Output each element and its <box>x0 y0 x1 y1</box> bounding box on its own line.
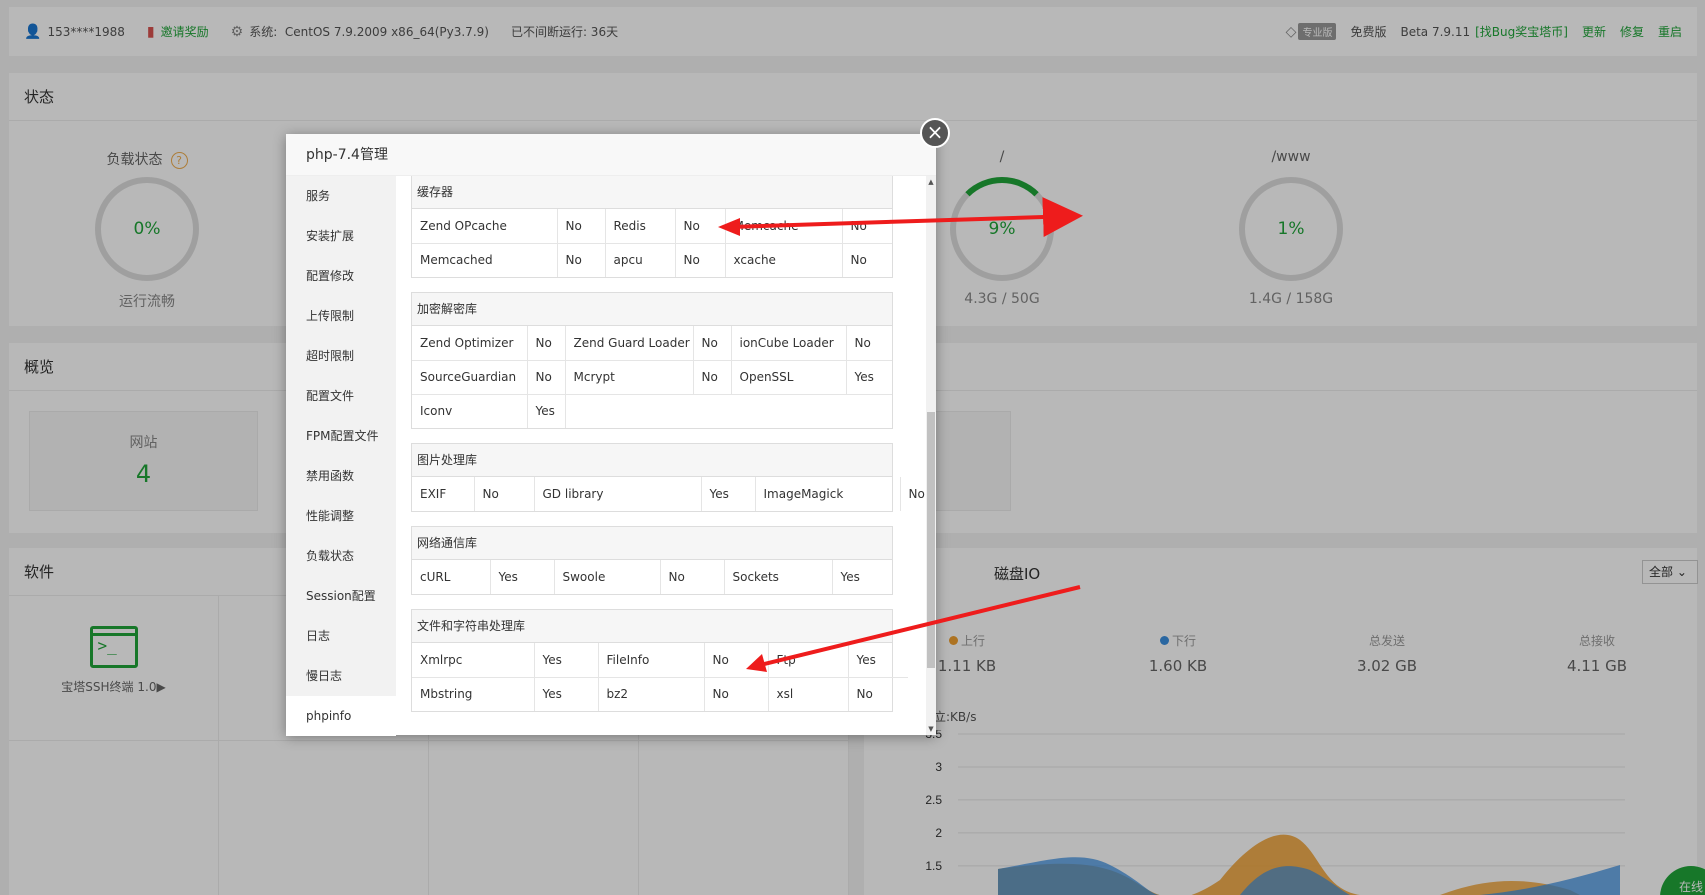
extension-name: SourceGuardian <box>412 360 528 395</box>
scroll-thumb[interactable] <box>927 412 935 668</box>
extension-status: No <box>557 243 606 277</box>
extension-name: FileInfo <box>598 643 705 678</box>
extension-row: Zend OPcache No Redis No Memcache No <box>412 209 892 244</box>
extension-group-title: 网络通信库 <box>412 527 892 560</box>
extension-status: Yes <box>534 677 599 711</box>
extension-status: Yes <box>701 477 756 511</box>
extension-status: Yes <box>840 570 860 584</box>
dialog-nav-item[interactable]: 慢日志 <box>286 656 396 696</box>
extension-status: Yes <box>846 360 892 395</box>
extension-status: No <box>474 477 535 511</box>
dialog-nav-item[interactable]: phpinfo <box>286 696 396 736</box>
extension-row: Zend Optimizer No Zend Guard Loader No ionCu… <box>412 326 892 361</box>
dialog-nav-item[interactable]: 性能调整 <box>286 496 396 536</box>
extension-status: No <box>846 326 892 361</box>
extension-name: Swoole <box>554 560 661 594</box>
extension-row: cURL Yes Swoole No Sockets Yes <box>412 560 896 594</box>
extension-name: GD library <box>534 477 702 511</box>
extension-name: Zend OPcache <box>412 209 558 244</box>
extension-group-title: 图片处理库 <box>412 444 892 477</box>
dialog-nav-item[interactable]: 负载状态 <box>286 536 396 576</box>
extension-name: xsl <box>768 677 849 711</box>
extension-name: ImageMagick <box>755 477 901 511</box>
extension-name: Memcached <box>412 243 558 277</box>
extension-status: No <box>527 360 566 395</box>
extension-name: Iconv <box>412 394 528 428</box>
dialog-title: php-7.4管理 <box>286 134 936 176</box>
extension-row: Mbstring Yes bz2 No xsl No <box>412 677 908 711</box>
extension-name: Ftp <box>768 643 849 678</box>
empty-cell <box>565 394 892 428</box>
extension-name: Mbstring <box>412 677 535 711</box>
extension-name: Zend Guard Loader <box>565 326 694 361</box>
extension-group: 图片处理库 EXIF No GD library Yes ImageMagick No <box>411 443 925 512</box>
extension-status: No <box>704 677 769 711</box>
dialog-scrollbar[interactable]: ▲ ▼ <box>926 176 936 735</box>
extension-name: Sockets <box>724 560 833 594</box>
extension-group: 缓存器 Zend OPcache No Redis No Memcache No Memcac… <box>411 176 893 278</box>
extension-status: No <box>527 326 566 361</box>
extension-status: No <box>842 209 892 244</box>
extension-name: Memcache <box>725 209 843 244</box>
extension-group: 文件和字符串处理库 Xmlrpc Yes FileInfo No Ftp Yes Mbstri… <box>411 609 908 712</box>
dialog-nav-item[interactable]: 配置文件 <box>286 376 396 416</box>
extension-group: 网络通信库 cURL Yes Swoole No Sockets Yes <box>411 526 893 595</box>
extension-row: Memcached No apcu No xcache No <box>412 243 892 277</box>
extension-name: ionCube Loader <box>731 326 847 361</box>
extension-row: Xmlrpc Yes FileInfo No Ftp Yes <box>412 643 908 678</box>
dialog-nav-item[interactable]: 上传限制 <box>286 296 396 336</box>
extension-name: Xmlrpc <box>412 643 535 678</box>
dialog-nav: 服务 安装扩展 配置修改 上传限制 超时限制 配置文件 FPM配置文件 禁用函数 性能调整 负载状… <box>286 176 396 736</box>
dialog-nav-item[interactable]: 日志 <box>286 616 396 656</box>
extension-status: No <box>675 209 726 244</box>
dialog-nav-item[interactable]: 超时限制 <box>286 336 396 376</box>
extension-row: EXIF No GD library Yes ImageMagick No <box>412 477 926 511</box>
extension-status: No <box>675 243 726 277</box>
scroll-down-icon[interactable]: ▼ <box>926 725 936 733</box>
dialog-nav-item[interactable]: 配置修改 <box>286 256 396 296</box>
extension-name: Redis <box>605 209 676 244</box>
extension-status: No <box>856 687 873 702</box>
extension-group: 加密解密库 Zend Optimizer No Zend Guard Loader No… <box>411 292 893 429</box>
dialog-nav-item[interactable]: 服务 <box>286 176 396 216</box>
extension-status: Yes <box>490 560 555 594</box>
extension-name: Zend Optimizer <box>412 326 528 361</box>
scroll-up-icon[interactable]: ▲ <box>926 178 936 186</box>
extension-name: cURL <box>412 560 491 594</box>
extension-status: Yes <box>534 643 599 678</box>
extension-status: No <box>557 209 606 244</box>
extension-status: No <box>693 326 732 361</box>
extension-name: apcu <box>605 243 676 277</box>
dialog-nav-item[interactable]: FPM配置文件 <box>286 416 396 456</box>
extension-status: No <box>704 643 769 678</box>
php-manage-dialog: php-7.4管理 × 服务 安装扩展 配置修改 上传限制 超时限制 配置文件 FPM配置文… <box>286 118 950 736</box>
extension-group-title: 加密解密库 <box>412 293 892 326</box>
extension-status: No <box>660 560 725 594</box>
extension-name: xcache <box>725 243 843 277</box>
dialog-nav-item[interactable]: Session配置 <box>286 576 396 616</box>
dialog-nav-item[interactable]: 安装扩展 <box>286 216 396 256</box>
extension-name: OpenSSL <box>731 360 847 395</box>
extension-row: SourceGuardian No Mcrypt No OpenSSL Yes <box>412 360 892 395</box>
close-icon[interactable]: × <box>920 118 950 148</box>
extension-status: Yes <box>848 643 908 678</box>
extension-row: Iconv Yes <box>412 394 892 428</box>
extension-name: Mcrypt <box>565 360 694 395</box>
extension-name: EXIF <box>412 477 475 511</box>
extension-status: No <box>850 253 867 268</box>
extension-list: 缓存器 Zend OPcache No Redis No Memcache No Memcac… <box>396 176 926 735</box>
extension-status: Yes <box>527 394 566 428</box>
dialog-nav-item[interactable]: 禁用函数 <box>286 456 396 496</box>
extension-group-title: 文件和字符串处理库 <box>412 610 892 643</box>
extension-group-title: 缓存器 <box>412 176 892 209</box>
extension-status: No <box>908 487 925 501</box>
extension-status: No <box>693 360 732 395</box>
extension-name: bz2 <box>598 677 705 711</box>
